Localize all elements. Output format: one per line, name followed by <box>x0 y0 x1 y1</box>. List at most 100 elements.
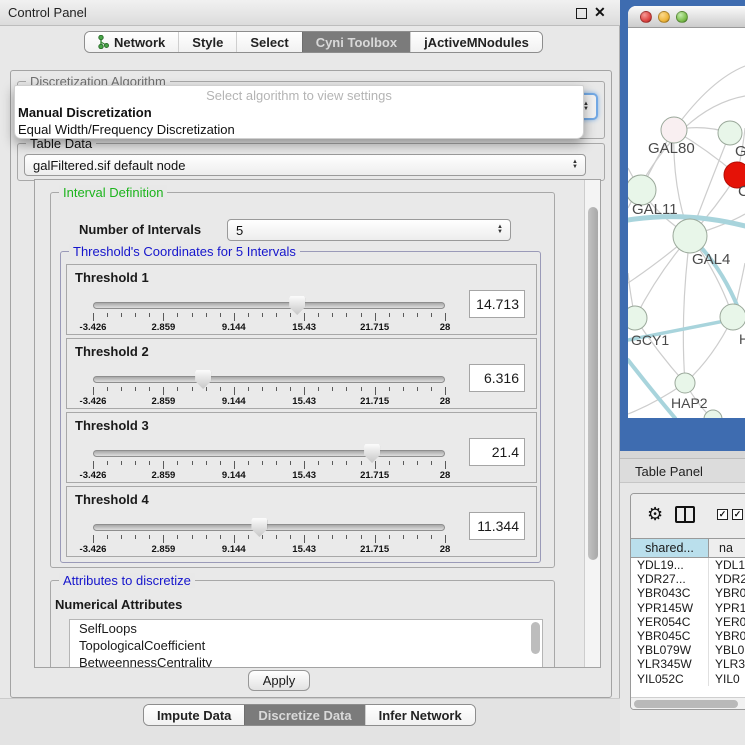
cell-name[interactable]: YBL0 <box>709 643 745 657</box>
settings-scrollbar-thumb[interactable] <box>588 207 598 560</box>
column-header-name[interactable]: na <box>709 539 745 557</box>
threshold-slider-track[interactable] <box>93 524 445 531</box>
cell-name[interactable]: YBR0 <box>709 629 745 643</box>
table-row[interactable]: YPR145WYPR1 <box>631 601 745 615</box>
node-label: H <box>739 331 745 347</box>
attribute-item[interactable]: BetweennessCentrality <box>70 654 542 668</box>
network-edge-highlighted[interactable] <box>628 360 675 418</box>
cell-name[interactable]: YIL0 <box>709 672 745 686</box>
tab-style[interactable]: Style <box>178 32 236 52</box>
slider-tick-marks <box>93 313 445 321</box>
node-label: GA <box>735 143 745 160</box>
table-hscrollbar[interactable] <box>631 697 745 710</box>
tab-network[interactable]: Network <box>85 32 178 52</box>
threshold-slider-track[interactable] <box>93 450 445 457</box>
slider-tick-labels: -3.4262.8599.14415.4321.71528 <box>93 396 445 407</box>
checkbox-checked-icon[interactable]: ✓ <box>717 509 728 520</box>
network-view-inner: GAL80GACGAL11GAL4GCY1HHAP2 <box>628 6 745 418</box>
table-row[interactable]: YDL19...YDL1 <box>631 558 745 572</box>
threshold-slider-track[interactable] <box>93 376 445 383</box>
tab-jactivemnodules[interactable]: jActiveMNodules <box>410 32 542 52</box>
node-label: GAL11 <box>632 201 678 218</box>
algorithm-option-manual[interactable]: Manual Discretization <box>18 105 152 120</box>
cell-name[interactable]: YDL1 <box>709 558 745 572</box>
tab-impute-data[interactable]: Impute Data <box>144 705 244 725</box>
cell-name[interactable]: YPR1 <box>709 601 745 615</box>
cell-shared-name[interactable]: YBR045C <box>631 629 709 643</box>
cell-name[interactable]: YBR0 <box>709 586 745 600</box>
cell-name[interactable]: YDR2 <box>709 572 745 586</box>
tab-select[interactable]: Select <box>236 32 301 52</box>
network-node[interactable] <box>704 410 722 418</box>
settings-scrollbar[interactable] <box>584 180 600 667</box>
tab-infer-network[interactable]: Infer Network <box>365 705 475 725</box>
control-panel: Control Panel ✕ Network Style Select Cyn… <box>0 0 620 745</box>
network-node-gal4[interactable] <box>673 219 707 253</box>
table-row[interactable]: YBL079WYBL0 <box>631 643 745 657</box>
table-panel-title: Table Panel <box>635 464 703 479</box>
table-row[interactable]: YER054CYER0 <box>631 615 745 629</box>
attribute-item[interactable]: SelfLoops <box>70 620 542 637</box>
threshold-value-field[interactable]: 14.713 <box>469 290 525 318</box>
cell-shared-name[interactable]: YER054C <box>631 615 709 629</box>
columns-icon[interactable] <box>675 506 695 523</box>
cell-shared-name[interactable]: YBR043C <box>631 586 709 600</box>
spinner-icon: ▲▼ <box>572 160 578 170</box>
threshold-label: Threshold 3 <box>75 418 149 433</box>
column-header-shared-name[interactable]: shared... <box>631 539 709 557</box>
cell-name[interactable]: YLR3 <box>709 657 745 671</box>
close-icon[interactable]: ✕ <box>594 4 606 21</box>
network-view-window: GAL80GACGAL11GAL4GCY1HHAP2 <box>620 0 745 451</box>
float-window-icon[interactable] <box>576 8 587 19</box>
network-node-ga[interactable] <box>718 121 742 145</box>
threshold-panel-2: Threshold 2 -3.4262.8599.14415.4321.71528… <box>66 338 537 409</box>
thresholds-title: Threshold's Coordinates for 5 Intervals <box>69 244 300 259</box>
interval-definition-title: Interval Definition <box>59 185 167 200</box>
number-of-intervals-label: Number of Intervals <box>79 222 201 237</box>
number-of-intervals-combo[interactable]: 5 ▲▼ <box>227 219 511 241</box>
cell-shared-name[interactable]: YDL19... <box>631 558 709 572</box>
table-row[interactable]: YBR045CYBR0 <box>631 629 745 643</box>
table-panel-area: ⚙ ✓ ✓ shared... na YDL19...YDL1YDR27...Y… <box>620 483 745 745</box>
list-scrollbar[interactable] <box>531 622 540 654</box>
cell-shared-name[interactable]: YIL052C <box>631 672 709 686</box>
network-node-hap2[interactable] <box>675 373 695 393</box>
numerical-attributes-list[interactable]: SelfLoopsTopologicalCoefficientBetweenne… <box>69 619 543 668</box>
checkbox-checked-icon[interactable]: ✓ <box>732 509 743 520</box>
network-edge[interactable] <box>683 236 690 383</box>
mac-minimize-icon[interactable] <box>658 11 670 23</box>
network-node-h[interactable] <box>720 304 745 330</box>
cell-shared-name[interactable]: YPR145W <box>631 601 709 615</box>
tab-cyni-toolbox[interactable]: Cyni Toolbox <box>302 32 410 52</box>
cell-shared-name[interactable]: YBL079W <box>631 643 709 657</box>
cell-shared-name[interactable]: YDR27... <box>631 572 709 586</box>
spinner-icon: ▲▼ <box>497 225 503 235</box>
gear-icon[interactable]: ⚙ <box>647 504 663 525</box>
mac-close-icon[interactable] <box>640 11 652 23</box>
apply-button[interactable]: Apply <box>248 670 310 691</box>
algorithm-option-equal-width[interactable]: Equal Width/Frequency Discretization <box>18 122 235 137</box>
threshold-panel-3: Threshold 3-3.4262.8599.14415.4321.71528… <box>66 412 537 483</box>
threshold-value-field[interactable]: 11.344 <box>469 512 525 540</box>
network-icon <box>98 35 109 49</box>
attribute-item[interactable]: TopologicalCoefficient <box>70 637 542 654</box>
attributes-section: Attributes to discretize Numerical Attri… <box>50 580 555 668</box>
table-hscrollbar-thumb[interactable] <box>634 700 738 708</box>
table-row[interactable]: YLR345WYLR3 <box>631 657 745 671</box>
cell-name[interactable]: YER0 <box>709 615 745 629</box>
threshold-value-field[interactable]: 6.316 <box>469 364 525 392</box>
table-data-combo[interactable]: galFiltered.sif default node ▲▼ <box>24 154 586 176</box>
table-row[interactable]: YDR27...YDR2 <box>631 572 745 586</box>
interval-definition-section: Interval Definition Number of Intervals … <box>50 192 555 568</box>
table-row[interactable]: YIL052CYIL0 <box>631 672 745 686</box>
threshold-label: Threshold 2 <box>75 344 149 359</box>
threshold-slider-track[interactable] <box>93 302 445 309</box>
table-row[interactable]: YBR043CYBR0 <box>631 586 745 600</box>
network-canvas[interactable]: GAL80GACGAL11GAL4GCY1HHAP2 <box>628 28 745 418</box>
tab-discretize-data[interactable]: Discretize Data <box>244 705 364 725</box>
cell-shared-name[interactable]: YLR345W <box>631 657 709 671</box>
threshold-list: Threshold 1-3.4262.8599.14415.4321.71528… <box>66 264 537 560</box>
network-node-gcy1[interactable] <box>628 306 647 330</box>
mac-zoom-icon[interactable] <box>676 11 688 23</box>
threshold-value-field[interactable]: 21.4 <box>469 438 525 466</box>
